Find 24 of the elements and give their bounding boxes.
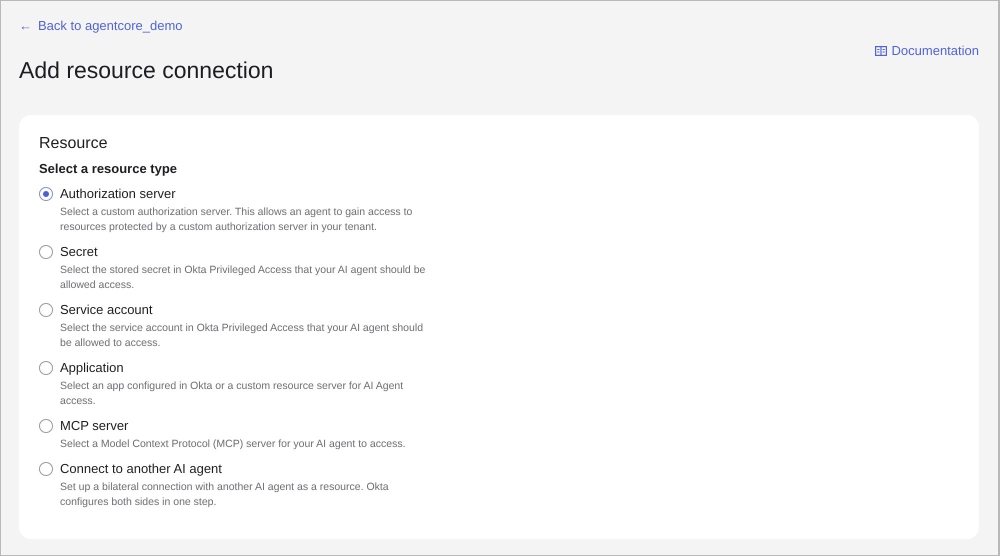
option-description: Select an app configured in Okta or a custom resource server for AI Agent access.	[60, 379, 404, 409]
page-title: Add resource connection	[19, 57, 274, 84]
back-link[interactable]: ← Back to agentcore_demo	[19, 18, 183, 33]
option-description: Select a custom authorization server. This allows an agent to gain access to resources protected by a custom authorization server in your tenant.	[60, 205, 414, 235]
option-description: Select the stored secret in Okta Privileged Access that your AI agent should be allowed access.	[60, 263, 426, 293]
radio-button[interactable]	[39, 244, 53, 258]
option-label[interactable]: Authorization server	[60, 186, 176, 201]
radio-button[interactable]	[39, 302, 53, 316]
option-description: Select a Model Context Protocol (MCP) server for your AI agent to access.	[60, 437, 406, 452]
radio-button[interactable]	[39, 462, 53, 476]
option-label[interactable]: Secret	[60, 244, 98, 259]
radio-button[interactable]	[39, 186, 53, 200]
radio-button[interactable]	[39, 360, 53, 374]
group-label: Select a resource type	[39, 161, 178, 176]
option-label[interactable]: MCP server	[60, 418, 128, 433]
documentation-link[interactable]: Documentation	[874, 43, 979, 58]
option-description: Select the service account in Okta Privileged Access that your AI agent should be allowed to access.	[60, 321, 424, 351]
book-icon	[874, 46, 887, 56]
option-description: Set up a bilateral connection with another AI agent as a resource. Okta configures both sides in one step.	[60, 480, 390, 510]
option-label[interactable]: Application	[60, 360, 124, 375]
option-label[interactable]: Connect to another AI agent	[60, 461, 222, 476]
option-label[interactable]: Service account	[60, 302, 152, 317]
section-heading: Resource	[39, 135, 108, 153]
radio-button[interactable]	[39, 418, 53, 432]
